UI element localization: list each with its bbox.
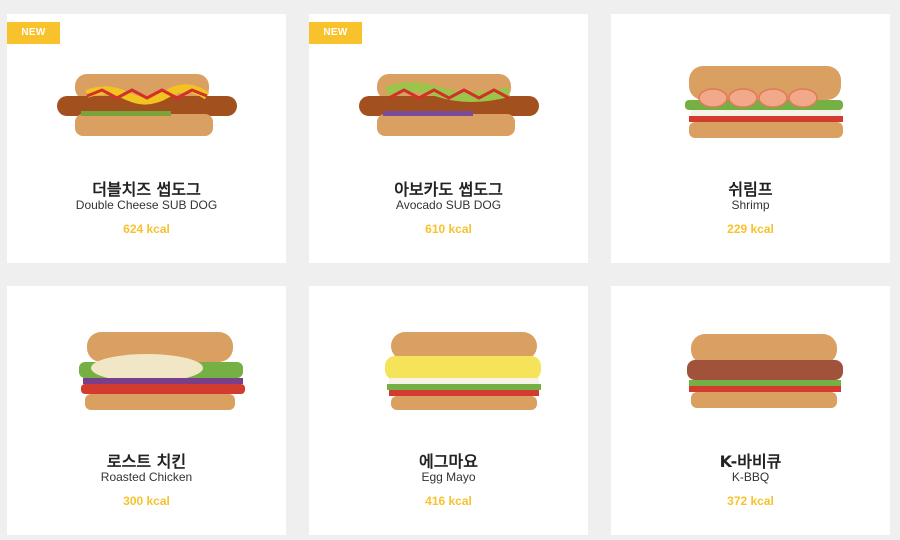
egg-mayo-sandwich-image [384, 332, 541, 410]
menu-name-korean: K-바비큐 [719, 452, 782, 471]
menu-name-english: K-BBQ [731, 470, 770, 484]
menu-name-english: Double Cheese SUB DOG [75, 198, 218, 212]
menu-card-avocado-subdog[interactable]: NEW 아보카도 썹도그 Avocado SUB DOG 610 kcal [309, 14, 588, 263]
menu-name-korean: 더블치즈 썹도그 [92, 180, 201, 199]
menu-name-korean: 아보카도 썹도그 [394, 180, 503, 199]
menu-card-k-bbq[interactable]: K-바비큐 K-BBQ 372 kcal [611, 286, 890, 535]
calorie-label: 229 kcal [727, 222, 774, 236]
subdog-image [56, 74, 237, 136]
menu-grid: NEW 더블치즈 썹도그 Double Cheese SUB DOG 624 k… [0, 0, 900, 540]
k-bbq-sandwich-image [686, 334, 843, 408]
calorie-label: 372 kcal [727, 494, 774, 508]
menu-card-shrimp[interactable]: 쉬림프 Shrimp 229 kcal [611, 14, 890, 263]
calorie-label: 624 kcal [123, 222, 170, 236]
new-badge: NEW [309, 22, 362, 44]
calorie-label: 610 kcal [425, 222, 472, 236]
menu-card-roasted-chicken[interactable]: 로스트 치킨 Roasted Chicken 300 kcal [7, 286, 286, 535]
menu-name-english: Avocado SUB DOG [395, 198, 502, 212]
menu-card-double-cheese-subdog[interactable]: NEW 더블치즈 썹도그 Double Cheese SUB DOG 624 k… [7, 14, 286, 263]
menu-name-korean: 로스트 치킨 [106, 452, 187, 471]
roasted-chicken-sandwich-image [78, 332, 245, 410]
menu-name-korean: 쉬림프 [728, 180, 773, 199]
calorie-label: 300 kcal [123, 494, 170, 508]
calorie-label: 416 kcal [425, 494, 472, 508]
menu-card-egg-mayo[interactable]: 에그마요 Egg Mayo 416 kcal [309, 286, 588, 535]
new-badge: NEW [7, 22, 60, 44]
menu-name-english: Shrimp [731, 198, 770, 212]
menu-name-korean: 에그마요 [419, 452, 478, 471]
subdog-image [358, 74, 539, 136]
shrimp-sandwich-image [684, 66, 843, 138]
menu-name-english: Egg Mayo [421, 470, 476, 484]
menu-name-english: Roasted Chicken [100, 470, 193, 484]
